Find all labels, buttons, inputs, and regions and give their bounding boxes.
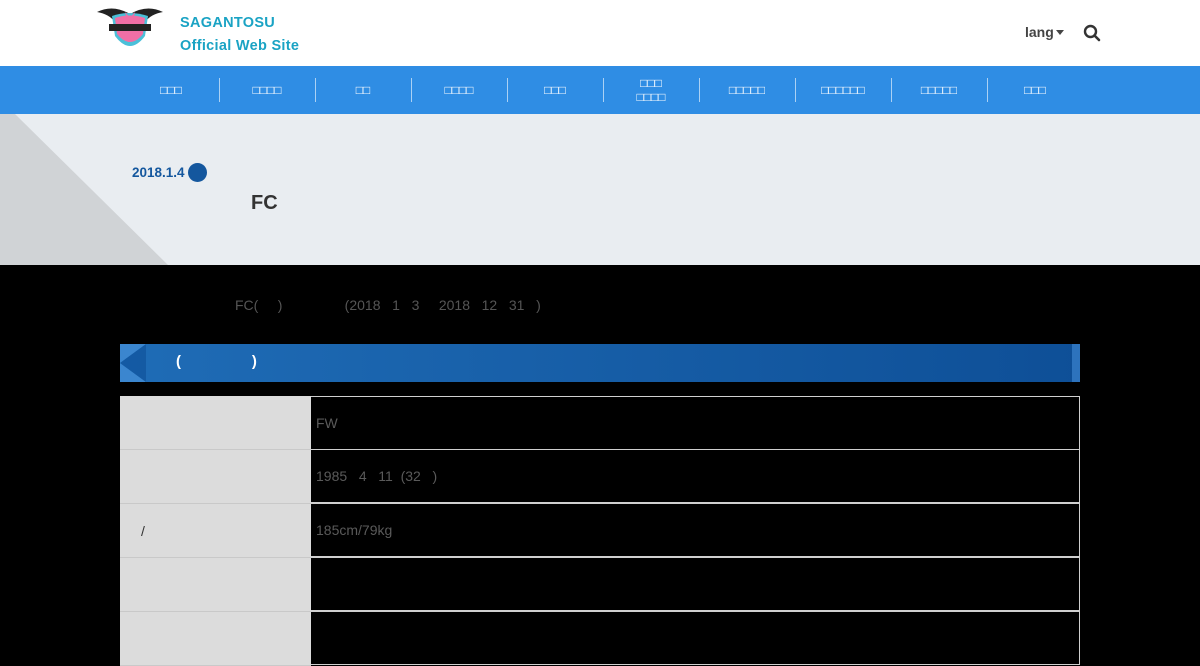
site-header: SAGANTOSU Official Web Site lang xyxy=(0,0,1200,66)
nav-item-label: □□□ xyxy=(1024,83,1046,97)
section-heading-bar: ( ) xyxy=(120,344,1080,382)
nav-item-label: □□ xyxy=(355,83,371,97)
search-icon[interactable] xyxy=(1083,24,1101,42)
nav-item-10[interactable]: □□□ xyxy=(987,66,1083,114)
category-dot-icon xyxy=(188,163,207,182)
article-intro: FC( ) (2018 1 3 2018 12 31 ) xyxy=(235,297,541,313)
profile-value xyxy=(311,611,1080,665)
nav-item-label: □□□□□ xyxy=(920,83,958,97)
table-row xyxy=(120,611,1080,666)
caret-down-icon xyxy=(1055,30,1064,35)
player-profile-table: FW 1985 4 11 (32 ) / 185cm/79kg xyxy=(120,396,1080,666)
profile-value: 1985 4 11 (32 ) xyxy=(311,449,1080,503)
table-row: 1985 4 11 (32 ) xyxy=(120,449,1080,504)
profile-key: / xyxy=(120,504,311,558)
section-bar-edge xyxy=(1072,344,1080,382)
nav-item-label: □□□ xyxy=(544,83,566,97)
table-row xyxy=(120,557,1080,612)
nav-item-1[interactable]: □□□ xyxy=(123,66,219,114)
nav-item-5[interactable]: □□□ xyxy=(507,66,603,114)
nav-item-3[interactable]: □□ xyxy=(315,66,411,114)
nav-item-label: □□□□ xyxy=(444,83,474,97)
profile-value xyxy=(311,557,1080,611)
site-name[interactable]: SAGANTOSU Official Web Site xyxy=(180,12,299,58)
nav-item-label: □□□ xyxy=(160,83,182,97)
main-nav: □□□ □□□□ □□ □□□□ □□□ □□□ □□□□ □□□□□ □□□□… xyxy=(0,66,1200,114)
nav-item-6[interactable]: □□□ □□□□ xyxy=(603,66,699,114)
profile-value: 185cm/79kg xyxy=(311,503,1080,557)
profile-key xyxy=(120,396,311,450)
nav-item-9[interactable]: □□□□□ xyxy=(891,66,987,114)
profile-key xyxy=(120,612,311,666)
table-row: / 185cm/79kg xyxy=(120,503,1080,558)
section-triangle-icon xyxy=(120,344,146,382)
article-title: FC xyxy=(251,192,278,214)
section-title: ( ) xyxy=(176,353,257,370)
profile-value: FW xyxy=(311,396,1080,450)
profile-key xyxy=(120,558,311,612)
nav-item-label: □□□□□□ xyxy=(821,83,865,97)
decorative-triangle xyxy=(0,114,168,265)
language-label: lang xyxy=(1025,24,1054,40)
nav-item-label: □□□ □□□□ xyxy=(636,76,666,104)
nav-item-2[interactable]: □□□□ xyxy=(219,66,315,114)
site-name-line2: Official Web Site xyxy=(180,38,300,54)
nav-item-4[interactable]: □□□□ xyxy=(411,66,507,114)
club-logo[interactable] xyxy=(95,6,165,54)
nav-item-label: □□□□□ xyxy=(728,83,766,97)
table-row: FW xyxy=(120,396,1080,450)
profile-key xyxy=(120,450,311,504)
nav-item-8[interactable]: □□□□□□ xyxy=(795,66,891,114)
site-name-line1: SAGANTOSU xyxy=(180,15,276,31)
nav-item-label: □□□□ xyxy=(252,83,282,97)
article-date: 2018.1.4 xyxy=(132,165,185,180)
language-dropdown[interactable]: lang xyxy=(1025,24,1064,40)
news-hero: 2018.1.4 FC xyxy=(0,114,1200,265)
nav-item-7[interactable]: □□□□□ xyxy=(699,66,795,114)
